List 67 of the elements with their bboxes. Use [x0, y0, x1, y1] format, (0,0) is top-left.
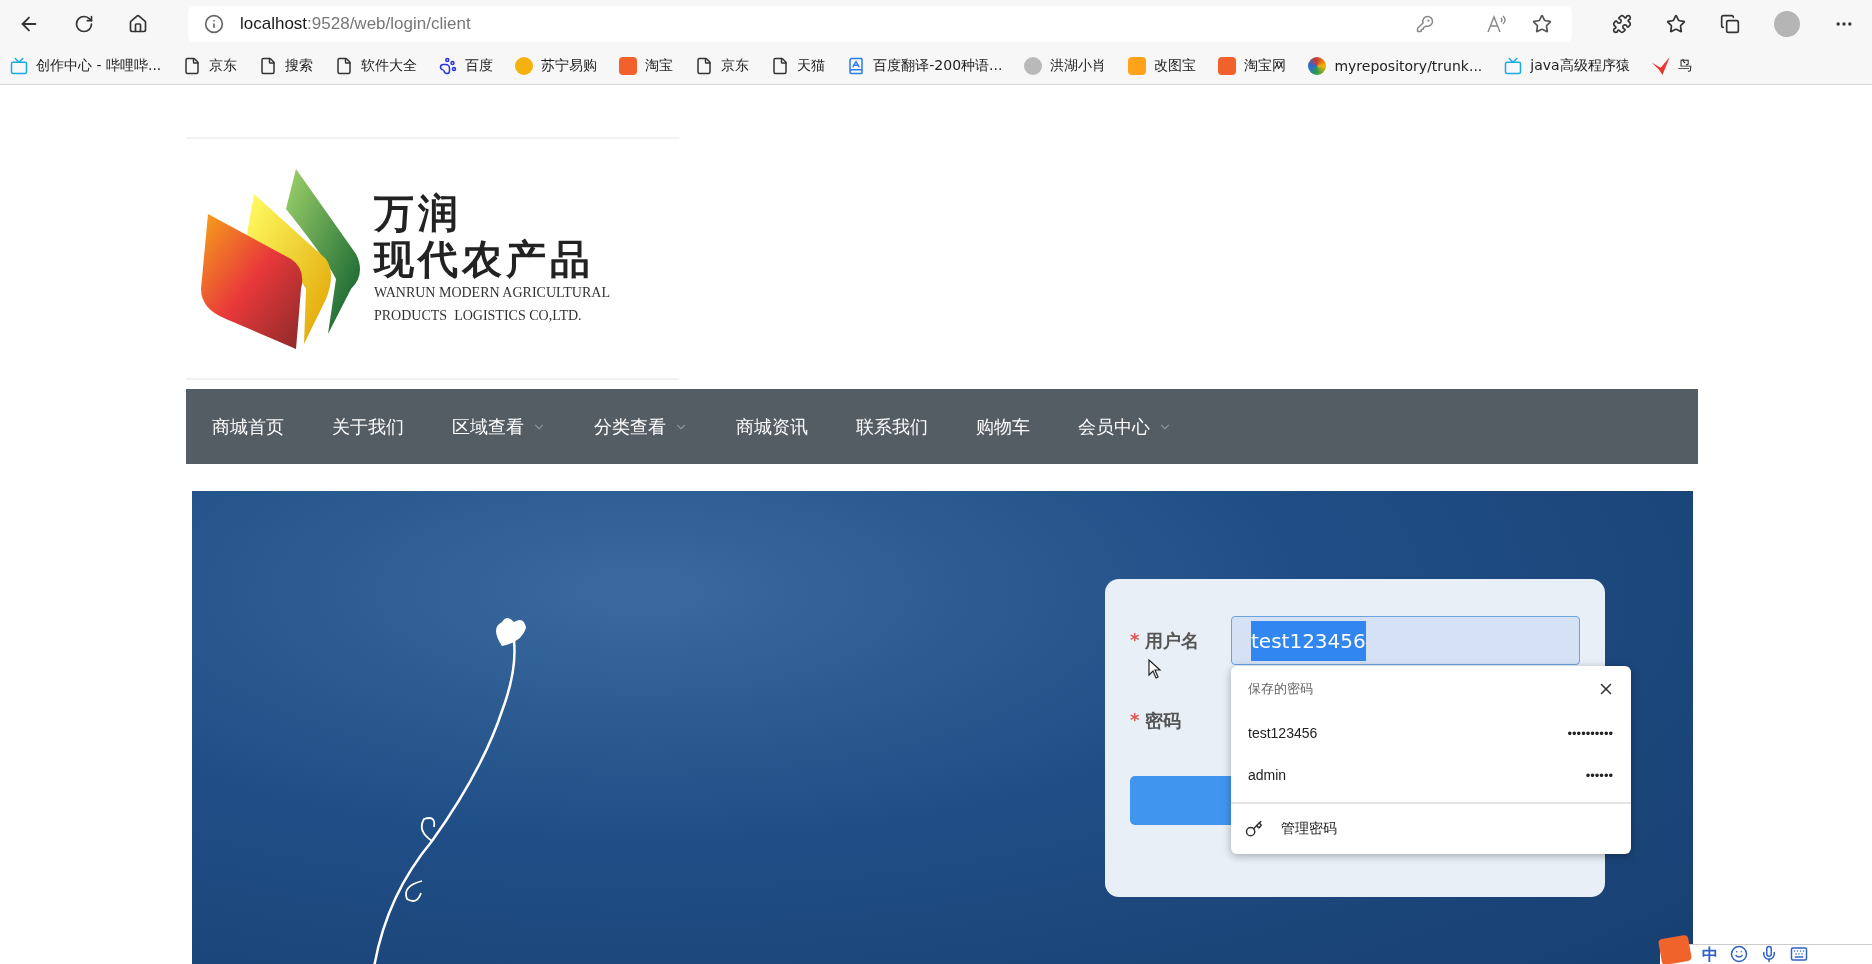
collections-icon[interactable]: [1720, 14, 1740, 34]
bookmark[interactable]: 洪湖小肖: [1024, 57, 1107, 75]
translate-icon: [847, 57, 866, 75]
username-field[interactable]: test123456: [1231, 616, 1580, 665]
nav-item[interactable]: 关于我们: [332, 414, 404, 439]
required-mark: *: [1130, 708, 1140, 732]
field-label: 用户名: [1145, 628, 1200, 653]
key-icon: [1245, 820, 1263, 838]
bookmark[interactable]: 淘宝网: [1218, 57, 1287, 75]
logo-subtitle: WANRUN MODERN AGRICULTURAL: [374, 284, 610, 303]
shop-tile-icon: [1218, 57, 1237, 75]
bookmark[interactable]: 鸟: [1651, 57, 1692, 75]
page-icon: [771, 57, 790, 75]
nav-item[interactable]: 区域查看: [452, 414, 546, 439]
key-icon[interactable]: [1416, 15, 1434, 33]
globe-icon: [1308, 57, 1327, 75]
bookmark[interactable]: myrepository/trunk...: [1308, 57, 1483, 75]
logo-title: 万润: [374, 190, 463, 237]
page-icon: [695, 57, 714, 75]
bookmark[interactable]: 搜索: [259, 57, 314, 75]
bookmark[interactable]: 创作中心 - 哔哩哔...: [10, 57, 162, 75]
ime-mode[interactable]: 中: [1702, 945, 1718, 964]
popup-title: 保存的密码: [1248, 680, 1313, 698]
logo-title: 现代农产品: [374, 236, 595, 283]
reload-icon[interactable]: [74, 14, 94, 34]
saved-password-item[interactable]: test123456 ••••••••••: [1231, 712, 1631, 754]
star-plus-icon[interactable]: [1532, 14, 1552, 34]
nav-item[interactable]: 商城资讯: [736, 414, 808, 439]
address-bar[interactable]: localhost:9528/web/login/client: [188, 6, 1572, 42]
bookmark[interactable]: 淘宝: [619, 57, 674, 75]
bookmark[interactable]: 京东: [183, 57, 238, 75]
info-icon: [204, 14, 224, 34]
shop-tile-icon: [619, 57, 638, 75]
manage-passwords-link[interactable]: 管理密码: [1277, 816, 1341, 842]
bookmark[interactable]: 百度翻译-200种语...: [847, 57, 1003, 75]
bookmark[interactable]: 京东: [695, 57, 750, 75]
logo-subtitle: PRODUCTS LOGISTICS CO,LTD.: [374, 306, 583, 325]
emoji-icon[interactable]: [1730, 945, 1748, 963]
bookmark[interactable]: 天猫: [771, 57, 826, 75]
nav-item[interactable]: 分类查看: [594, 414, 688, 439]
url-text: localhost:9528/web/login/client: [240, 14, 471, 34]
home-icon[interactable]: [128, 14, 148, 34]
nav-item[interactable]: 购物车: [976, 414, 1030, 439]
nav-item[interactable]: 会员中心: [1078, 414, 1172, 439]
page-icon: [183, 57, 202, 75]
tv-icon: [1504, 57, 1523, 75]
puzzle-icon[interactable]: [1612, 14, 1632, 34]
tv-icon: [10, 57, 28, 75]
field-label: 密码: [1145, 708, 1182, 733]
read-aloud-icon[interactable]: [1486, 14, 1508, 34]
tile-icon: [1128, 57, 1147, 75]
bookmark[interactable]: 苏宁易购: [515, 57, 598, 75]
favorites-icon[interactable]: [1666, 14, 1686, 34]
bookmark[interactable]: java高级程序猿: [1504, 57, 1630, 75]
bookmark[interactable]: 百度: [439, 57, 494, 75]
mic-icon[interactable]: [1760, 945, 1778, 963]
page-icon: [335, 57, 354, 75]
nav-item[interactable]: 商城首页: [212, 414, 284, 439]
bookmark[interactable]: 软件大全: [335, 57, 418, 75]
nav-item[interactable]: 联系我们: [856, 414, 928, 439]
saved-password-item[interactable]: admin ••••••: [1231, 754, 1631, 796]
cursor-icon: [1148, 659, 1162, 679]
bookmark[interactable]: 改图宝: [1128, 57, 1197, 75]
keyboard-icon[interactable]: [1790, 945, 1808, 963]
paw-icon: [439, 57, 458, 75]
page-icon: [259, 57, 278, 75]
required-mark: *: [1130, 628, 1140, 652]
